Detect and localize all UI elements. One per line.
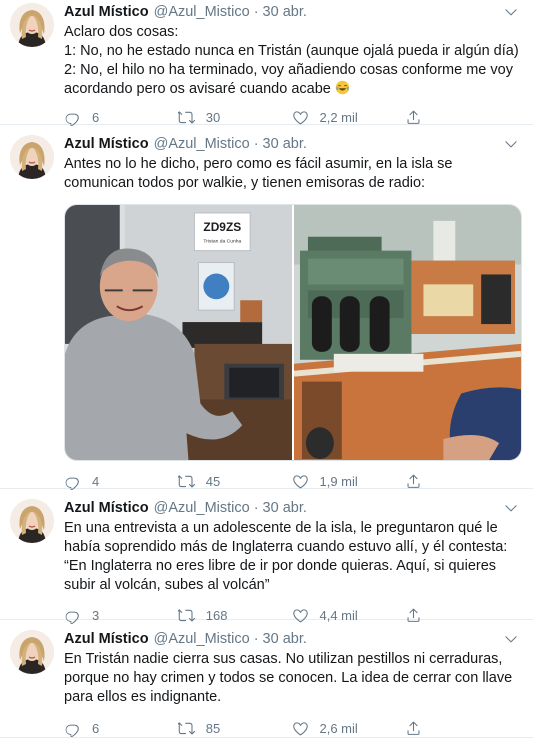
retweet-count: 85: [205, 720, 221, 736]
chevron-down-icon[interactable]: [503, 136, 519, 152]
share-icon: [405, 720, 422, 737]
like-button[interactable]: 2,2 mil: [292, 109, 406, 126]
tweet-actions: 6 85 2,6 mil: [64, 718, 519, 738]
heart-icon: [292, 720, 309, 737]
tweet-date[interactable]: 30 abr.: [263, 499, 307, 517]
tweet[interactable]: Azul Místico @Azul_Mistico · 30 abr. Ant…: [0, 125, 533, 489]
like-button[interactable]: 2,6 mil: [292, 720, 406, 737]
share-button[interactable]: [405, 473, 519, 490]
tweet-actions: 6 30 2,2 mil: [64, 107, 519, 127]
avatar[interactable]: [10, 499, 54, 543]
like-count: 1,9 mil: [319, 473, 358, 489]
author-handle[interactable]: @Azul_Mistico: [154, 630, 250, 648]
tweet-text: En una entrevista a un adolescente de la…: [64, 520, 508, 593]
reply-icon: [64, 109, 81, 126]
author-name[interactable]: Azul Místico: [64, 3, 149, 21]
face-with-tears-of-joy-icon: [335, 80, 350, 95]
retweet-button[interactable]: 45: [178, 473, 292, 490]
separator-dot: ·: [253, 4, 259, 20]
tweet-date[interactable]: 30 abr.: [263, 630, 307, 648]
tweet-media: ZD9ZS Tristan da Cunha: [64, 204, 522, 461]
tweet-header: Azul Místico @Azul_Mistico · 30 abr.: [64, 630, 519, 648]
retweet-count: 30: [205, 109, 221, 125]
chevron-down-icon[interactable]: [503, 4, 519, 20]
heart-icon: [292, 109, 309, 126]
share-icon: [405, 473, 422, 490]
tweet-header: Azul Místico @Azul_Mistico · 30 abr.: [64, 3, 519, 21]
tweet-date[interactable]: 30 abr.: [263, 3, 307, 21]
reply-button[interactable]: 6: [64, 720, 178, 737]
separator-dot: ·: [253, 136, 259, 152]
tweet[interactable]: Azul Místico @Azul_Mistico · 30 abr. Acl…: [0, 0, 533, 125]
tweet-text: Aclaro dos cosas: 1: No, no he estado nu…: [64, 24, 519, 97]
reply-count: 4: [92, 473, 100, 489]
author-handle[interactable]: @Azul_Mistico: [154, 3, 250, 21]
reply-count: 6: [92, 720, 100, 736]
tweet[interactable]: Azul Místico @Azul_Mistico · 30 abr. En …: [0, 489, 533, 620]
author-name[interactable]: Azul Místico: [64, 135, 149, 153]
retweet-icon: [178, 720, 195, 737]
retweet-button[interactable]: 85: [178, 720, 292, 737]
tweet-text: Antes no lo he dicho, pero como es fácil…: [64, 156, 457, 191]
separator-dot: ·: [253, 631, 259, 647]
share-button[interactable]: [405, 720, 519, 737]
reply-count: 6: [92, 109, 100, 125]
chevron-down-icon[interactable]: [503, 500, 519, 516]
tweet[interactable]: Azul Místico @Azul_Mistico · 30 abr. En …: [0, 620, 533, 738]
separator-dot: ·: [253, 500, 259, 516]
share-button[interactable]: [405, 109, 519, 126]
tweet-actions: 4 45 1,9 mil: [64, 471, 519, 491]
chevron-down-icon[interactable]: [503, 631, 519, 647]
share-icon: [405, 109, 422, 126]
reply-button[interactable]: 6: [64, 109, 178, 126]
tweet-date[interactable]: 30 abr.: [263, 135, 307, 153]
avatar[interactable]: [10, 630, 54, 674]
author-name[interactable]: Azul Místico: [64, 630, 149, 648]
retweet-count: 45: [205, 473, 221, 489]
reply-icon: [64, 473, 81, 490]
retweet-icon: [178, 109, 195, 126]
photo-radio-room[interactable]: [294, 205, 521, 460]
tweet-header: Azul Místico @Azul_Mistico · 30 abr.: [64, 135, 519, 153]
tweet-header: Azul Místico @Azul_Mistico · 30 abr.: [64, 499, 519, 517]
reply-button[interactable]: 4: [64, 473, 178, 490]
avatar[interactable]: [10, 135, 54, 179]
heart-icon: [292, 473, 309, 490]
callsign-subtitle: Tristan da Cunha: [203, 239, 241, 245]
photo-radio-operator[interactable]: ZD9ZS Tristan da Cunha: [65, 205, 292, 460]
like-count: 2,6 mil: [319, 720, 358, 736]
like-count: 2,2 mil: [319, 109, 358, 125]
reply-icon: [64, 720, 81, 737]
avatar[interactable]: [10, 3, 54, 47]
author-handle[interactable]: @Azul_Mistico: [154, 499, 250, 517]
author-handle[interactable]: @Azul_Mistico: [154, 135, 250, 153]
retweet-button[interactable]: 30: [178, 109, 292, 126]
retweet-icon: [178, 473, 195, 490]
like-button[interactable]: 1,9 mil: [292, 473, 406, 490]
timeline: Azul Místico @Azul_Mistico · 30 abr. Acl…: [0, 0, 533, 738]
callsign-sign: ZD9ZS: [203, 220, 241, 234]
tweet-text: En Tristán nadie cierra sus casas. No ut…: [64, 651, 517, 705]
author-name[interactable]: Azul Místico: [64, 499, 149, 517]
